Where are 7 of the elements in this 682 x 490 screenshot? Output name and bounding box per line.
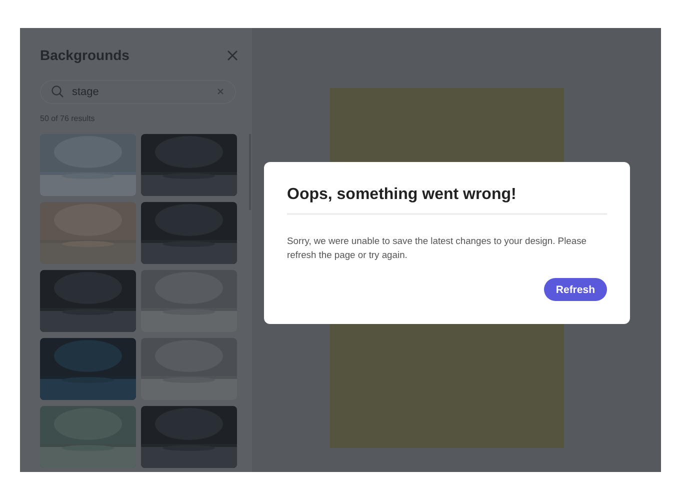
panel-title: Backgrounds	[40, 47, 130, 63]
clear-icon[interactable]	[217, 88, 224, 95]
dialog-title: Oops, something went wrong!	[287, 186, 518, 204]
refresh-button[interactable]: Refresh	[544, 278, 607, 301]
search-icon	[51, 85, 64, 98]
dialog-message: Sorry, we were unable to save the latest changes to your design. Please refresh the page or try again.	[287, 234, 588, 262]
close-icon[interactable]	[227, 50, 238, 60]
